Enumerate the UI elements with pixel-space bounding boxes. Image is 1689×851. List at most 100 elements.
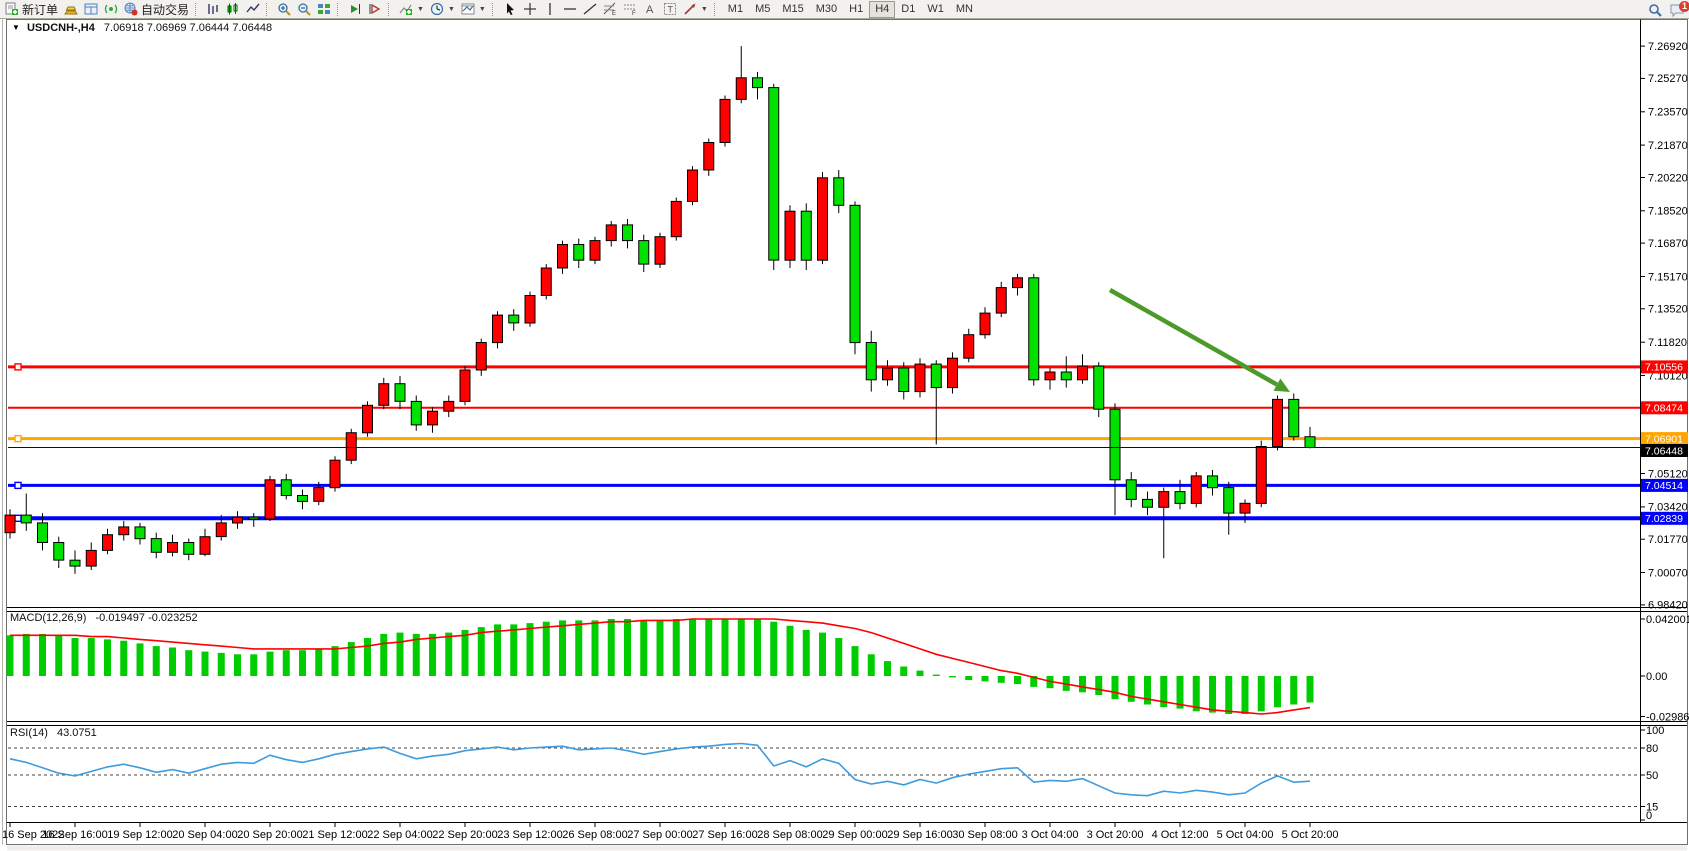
candle-chart-button[interactable] [223,1,243,18]
market-watch-button[interactable] [81,1,101,18]
horizontal-line-icon [563,2,577,16]
svg-text:7.10556: 7.10556 [1645,362,1683,374]
svg-text:3 Oct 20:00: 3 Oct 20:00 [1087,829,1144,841]
price-tag-line: 7.04514 [1641,479,1688,492]
price-tag-line: 7.08474 [1641,401,1688,414]
price-tag-line: 7.02839 [1641,512,1688,525]
toolbar-separator [266,3,271,16]
chart-shift-button[interactable] [345,1,365,18]
cursor-button[interactable] [500,1,520,18]
svg-text:7.16870: 7.16870 [1648,238,1688,250]
fibonacci-button[interactable]: E [600,1,620,18]
gold-button[interactable] [61,1,81,18]
svg-text:50: 50 [1646,770,1658,782]
svg-text:7.00070: 7.00070 [1648,567,1688,579]
svg-text:7.11820: 7.11820 [1648,337,1687,349]
toolbar-separator [388,3,393,16]
toolbar-separator [714,3,719,16]
toolbar-separator [492,3,497,16]
trend-line-button[interactable] [580,1,600,18]
fibo-fan-button[interactable]: F [620,1,640,18]
toolbar-separator [337,3,342,16]
svg-text:7.26920: 7.26920 [1648,41,1688,53]
toolbar-separator [195,3,200,16]
svg-text:23 Sep 12:00: 23 Sep 12:00 [497,829,562,841]
indicators-button[interactable]: ▼ [396,1,427,18]
zoom-out-button[interactable] [294,1,314,18]
svg-text:7.15170: 7.15170 [1648,271,1688,283]
timeframe-H1-button[interactable]: H1 [843,1,869,18]
svg-text:22 Sep 04:00: 22 Sep 04:00 [367,829,432,841]
svg-text:0: 0 [1646,810,1652,822]
line-chart-button[interactable] [243,1,263,18]
price-tag-line: 7.06901 [1641,432,1688,445]
macd-values: -0.019497 -0.023252 [95,612,197,624]
auto-trading-button[interactable]: 自动交易 [121,1,192,18]
periods-dropdown-caret[interactable]: ▼ [448,6,455,13]
svg-text:A: A [646,4,654,16]
svg-text:7.08474: 7.08474 [1645,403,1683,415]
svg-text:29 Sep 16:00: 29 Sep 16:00 [887,829,952,841]
arrows-button[interactable]: ▼ [680,1,711,18]
chart-shift-icon [348,2,362,16]
svg-text:7.05120: 7.05120 [1648,468,1688,480]
chat-icon[interactable]: 1 [1670,3,1684,17]
svg-text:3 Oct 04:00: 3 Oct 04:00 [1022,829,1079,841]
symbol-period-label: USDCNH-,H4 [27,22,95,34]
notification-badge: 1 [1679,1,1689,12]
zoom-out-icon [297,2,311,16]
svg-text:7.25270: 7.25270 [1648,73,1688,85]
svg-text:20 Sep 04:00: 20 Sep 04:00 [172,829,237,841]
arrows-dropdown-caret[interactable]: ▼ [701,6,708,13]
svg-text:5 Oct 04:00: 5 Oct 04:00 [1217,829,1274,841]
main-toolbar: 新订单 自动交易 ▼ ▼ ▼ EFA T ▼ M1M5M15M30H1H4D1W1MN 1 [0,0,1689,19]
svg-text:7.06448: 7.06448 [1645,445,1683,457]
search-icon[interactable] [1648,3,1662,17]
svg-text:6.98420: 6.98420 [1648,600,1688,612]
svg-text:7.21870: 7.21870 [1648,140,1688,152]
svg-text:-0.029864: -0.029864 [1646,711,1689,723]
candle-chart-icon [226,2,240,16]
timeframe-H4-button[interactable]: H4 [869,1,895,18]
chart-canvas[interactable]: 7.269207.252707.235707.218707.202207.185… [0,0,1689,851]
collapse-arrow-icon[interactable]: ▼ [12,23,20,32]
svg-text:80: 80 [1646,743,1658,755]
timeframe-M1-button[interactable]: M1 [722,1,749,18]
auto-scroll-button[interactable] [365,1,385,18]
text-label-button[interactable]: T [660,1,680,18]
timeframe-MN-button[interactable]: MN [950,1,979,18]
timeframe-M30-button[interactable]: M30 [810,1,843,18]
svg-text:0.00: 0.00 [1646,671,1667,683]
svg-text:19 Sep 12:00: 19 Sep 12:00 [107,829,172,841]
rsi-indicator-label: RSI(14) 43.0751 [10,727,97,739]
templates-dropdown-caret[interactable]: ▼ [479,6,486,13]
rsi-name: RSI(14) [10,727,48,739]
timeframe-M15-button[interactable]: M15 [776,1,809,18]
timeframe-W1-button[interactable]: W1 [921,1,950,18]
bar-chart-icon [206,2,220,16]
tile-windows-button[interactable] [314,1,334,18]
trend-line-icon [583,2,597,16]
price-tag-line: 7.10556 [1641,360,1688,373]
chart-title[interactable]: ▼ USDCNH-,H4 7.06918 7.06969 7.06444 7.0… [12,22,272,34]
svg-text:T: T [667,5,673,15]
svg-text:7.20220: 7.20220 [1648,172,1688,184]
signals-button[interactable] [101,1,121,18]
vertical-line-button[interactable] [540,1,560,18]
indicators-dropdown-caret[interactable]: ▼ [417,6,424,13]
text-icon: A [643,2,657,16]
bar-chart-button[interactable] [203,1,223,18]
svg-text:29 Sep 00:00: 29 Sep 00:00 [822,829,887,841]
timeframe-D1-button[interactable]: D1 [895,1,921,18]
horizontal-line-button[interactable] [560,1,580,18]
fibonacci-icon: E [603,2,617,16]
periods-button[interactable]: ▼ [427,1,458,18]
svg-text:30 Sep 08:00: 30 Sep 08:00 [952,829,1017,841]
templates-button[interactable]: ▼ [458,1,489,18]
timeframe-M5-button[interactable]: M5 [749,1,776,18]
crosshair-button[interactable] [520,1,540,18]
new-order-button[interactable]: 新订单 [2,1,61,18]
macd-name: MACD(12,26,9) [10,612,86,624]
text-button[interactable]: A [640,1,660,18]
zoom-in-button[interactable] [274,1,294,18]
